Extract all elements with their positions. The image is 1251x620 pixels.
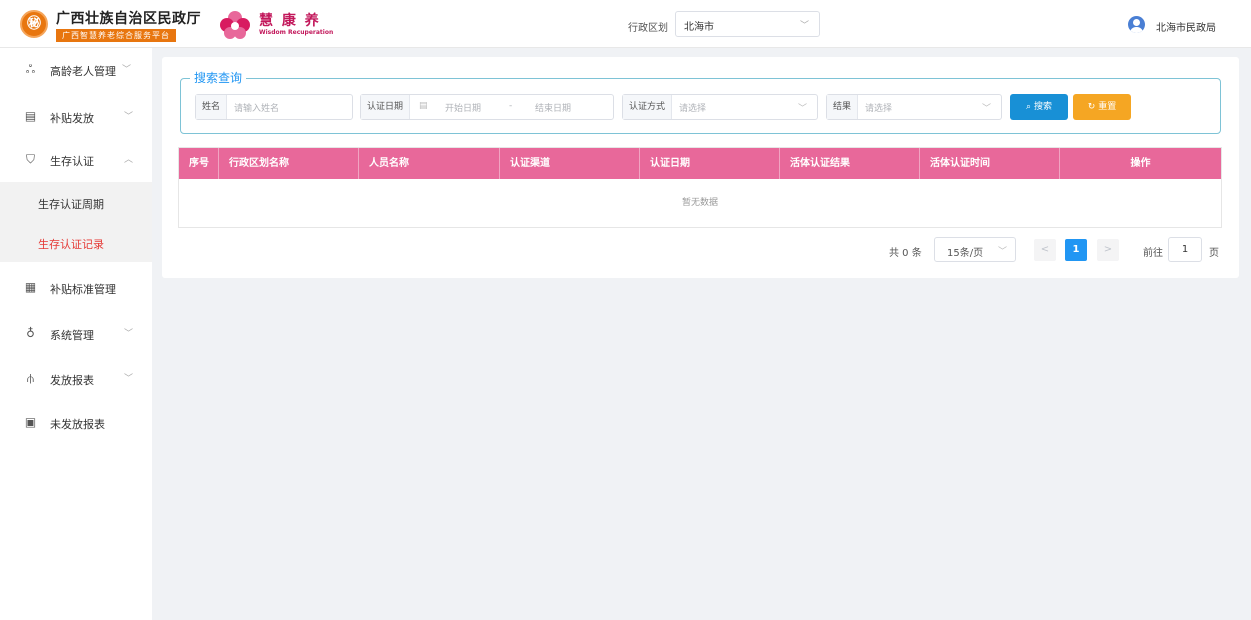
region-value: 北海市 bbox=[684, 22, 714, 33]
sidebar-item-label: 未发放报表 bbox=[50, 418, 105, 431]
sidebar: ஃ 高龄老人管理 ﹀ ▤ 补贴发放 ﹀ ⛉ 生存认证 ︿ 生存认证周期 生存认证… bbox=[0, 48, 152, 620]
result-select[interactable]: 结果 请选择 ﹀ bbox=[826, 94, 1002, 120]
sidebar-item-elderly[interactable]: ஃ 高龄老人管理 ﹀ bbox=[0, 50, 152, 90]
auth-record-table: 序号 行政区划名称 人员名称 认证渠道 认证日期 活体认证结果 活体认证时间 操… bbox=[178, 147, 1222, 228]
table-header: 序号 行政区划名称 人员名称 认证渠道 认证日期 活体认证结果 活体认证时间 操… bbox=[179, 148, 1221, 179]
chevron-down-icon: ﹀ bbox=[124, 329, 134, 339]
chevron-down-icon: ﹀ bbox=[797, 104, 807, 114]
method-placeholder: 请选择 bbox=[679, 104, 707, 114]
sidebar-item-label: 系统管理 bbox=[50, 329, 94, 342]
org-logo-icon: ㊙ bbox=[20, 10, 48, 38]
page-suffix: 页 bbox=[1209, 248, 1219, 259]
result-label: 结果 bbox=[827, 95, 859, 119]
auth-method-select[interactable]: 认证方式 请选择 ﹀ bbox=[622, 94, 818, 120]
brand-name: 慧 康 养 bbox=[259, 13, 321, 29]
date-range-picker[interactable]: 认证日期 ▤ 开始日期 - 结束日期 bbox=[360, 94, 614, 120]
column-header: 行政区划名称 bbox=[219, 148, 359, 179]
report-icon: ⫛ bbox=[26, 371, 35, 385]
sidebar-subitem-label: 生存认证周期 bbox=[38, 198, 104, 211]
user-name[interactable]: 北海市民政局 bbox=[1156, 19, 1216, 34]
sidebar-subitem-auth-cycle[interactable]: 生存认证周期 bbox=[0, 182, 152, 222]
sidebar-item-system[interactable]: ♁ 系统管理 ﹀ bbox=[0, 314, 152, 354]
sidebar-item-report[interactable]: ⫛ 发放报表 ﹀ bbox=[0, 359, 152, 399]
refresh-icon: ↻ bbox=[1087, 102, 1096, 112]
chevron-down-icon: ﹀ bbox=[124, 112, 134, 122]
date-end-input[interactable]: 结束日期 bbox=[535, 101, 571, 114]
search-button-label: 搜索 bbox=[1033, 102, 1052, 112]
column-header: 序号 bbox=[179, 148, 219, 179]
column-header: 活体认证时间 bbox=[920, 148, 1060, 179]
auth-shield-icon: ⛉ bbox=[25, 152, 35, 166]
date-label: 认证日期 bbox=[361, 95, 411, 119]
column-header: 操作 bbox=[1130, 158, 1151, 169]
org-subtitle: 广西智慧养老综合服务平台 bbox=[56, 29, 176, 42]
sidebar-subitem-label: 生存认证记录 bbox=[38, 238, 104, 251]
search-icon: ⌕ bbox=[1026, 102, 1032, 112]
sidebar-item-unissued-report[interactable]: ▣ 未发放报表 bbox=[0, 403, 152, 443]
pagination-total: 共 0 条 bbox=[889, 248, 922, 259]
column-header: 认证日期 bbox=[640, 148, 780, 179]
sidebar-item-label: 发放报表 bbox=[50, 374, 94, 387]
sidebar-item-label: 补贴发放 bbox=[50, 112, 94, 125]
chevron-down-icon: ﹀ bbox=[981, 104, 991, 114]
date-separator: - bbox=[509, 101, 513, 111]
user-avatar-icon[interactable] bbox=[1128, 16, 1145, 33]
brand-name-en: Wisdom Recuperation bbox=[259, 29, 334, 36]
column-header: 人员名称 bbox=[359, 148, 500, 179]
result-placeholder: 请选择 bbox=[865, 104, 893, 114]
sidebar-item-subsidy[interactable]: ▤ 补贴发放 ﹀ bbox=[0, 97, 152, 137]
method-label: 认证方式 bbox=[623, 95, 673, 119]
name-input[interactable]: 姓名 请输入姓名 bbox=[195, 94, 353, 120]
date-start-input[interactable]: 开始日期 bbox=[445, 101, 481, 114]
reset-button-label: 重置 bbox=[1098, 102, 1117, 112]
chevron-down-icon: ﹀ bbox=[124, 374, 134, 384]
name-placeholder: 请输入姓名 bbox=[234, 104, 280, 114]
chevron-down-icon: ﹀ bbox=[122, 65, 132, 75]
goto-label: 前往 bbox=[1143, 248, 1163, 259]
sidebar-item-standard[interactable]: ▦ 补贴标准管理 bbox=[0, 268, 152, 308]
empty-state: 暂无数据 bbox=[681, 198, 718, 208]
org-name: 广西壮族自治区民政厅 bbox=[56, 11, 201, 27]
name-label: 姓名 bbox=[196, 95, 228, 119]
page-number-button[interactable]: 1 bbox=[1065, 239, 1087, 261]
prev-page-button[interactable]: < bbox=[1034, 239, 1056, 261]
sidebar-item-auth[interactable]: ⛉ 生存认证 ︿ bbox=[0, 140, 152, 180]
brand-flower-icon bbox=[220, 11, 250, 39]
chevron-up-icon: ︿ bbox=[124, 155, 134, 165]
chevron-down-icon: ﹀ bbox=[997, 247, 1007, 257]
unissued-report-icon: ▣ bbox=[24, 415, 37, 429]
goto-page-input[interactable]: 1 bbox=[1168, 237, 1202, 262]
standard-doc-icon: ▦ bbox=[24, 280, 37, 294]
sidebar-item-label: 生存认证 bbox=[50, 155, 94, 168]
sidebar-item-label: 高龄老人管理 bbox=[50, 65, 116, 78]
sidebar-item-label: 补贴标准管理 bbox=[50, 283, 116, 296]
search-legend: 搜索查询 bbox=[190, 69, 247, 86]
calendar-icon: ▤ bbox=[419, 101, 428, 111]
chevron-down-icon: ﹀ bbox=[799, 21, 809, 31]
sidebar-subitem-auth-record[interactable]: 生存认证记录 bbox=[0, 222, 152, 262]
region-label: 行政区划 bbox=[628, 23, 668, 34]
reset-button[interactable]: ↻ 重置 bbox=[1073, 94, 1131, 120]
page-size-value: 15条/页 bbox=[947, 248, 984, 259]
next-page-button[interactable]: > bbox=[1097, 239, 1119, 261]
region-select[interactable]: 北海市 ﹀ bbox=[675, 11, 820, 37]
system-users-icon: ♁ bbox=[26, 326, 35, 340]
subsidy-icon: ▤ bbox=[24, 109, 37, 123]
column-header: 活体认证结果 bbox=[780, 148, 920, 179]
search-button[interactable]: ⌕ 搜索 bbox=[1010, 94, 1068, 120]
column-header: 认证渠道 bbox=[500, 148, 640, 179]
page-size-select[interactable]: 15条/页 ﹀ bbox=[934, 237, 1016, 262]
elderly-icon: ஃ bbox=[25, 62, 36, 76]
top-header: ㊙ 广西壮族自治区民政厅 广西智慧养老综合服务平台 慧 康 养 Wisdom R… bbox=[0, 0, 1251, 48]
